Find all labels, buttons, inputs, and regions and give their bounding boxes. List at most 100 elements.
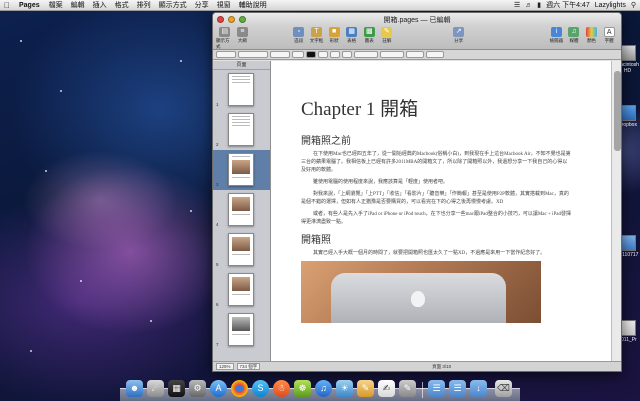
media-icon: ♫ bbox=[568, 27, 580, 37]
toolbar-label: 分享 bbox=[454, 38, 464, 43]
toolbar-label: 區段 bbox=[294, 38, 304, 43]
menu-share[interactable]: 分享 bbox=[191, 0, 213, 10]
wifi-icon[interactable]: ☰ bbox=[514, 1, 520, 9]
app-menu[interactable]: Pages bbox=[14, 2, 45, 9]
body-paragraph[interactable]: 對我來說，「上網瀏覽」「上PTT」「收信」「看影片」「聽音樂」「作簡報」甚至是使… bbox=[301, 191, 571, 207]
iphoto-icon[interactable]: ☀ bbox=[336, 380, 353, 397]
menubar-clock[interactable]: 週六 下午4:47 bbox=[546, 0, 590, 10]
page-thumbnail-selected[interactable]: 3 bbox=[213, 150, 270, 190]
outline-button[interactable]: ≡ 大綱 bbox=[234, 27, 252, 44]
app-store-icon[interactable]: A bbox=[210, 380, 227, 397]
page-number: 6 bbox=[216, 302, 219, 307]
textbox-button[interactable]: T 文字框 bbox=[308, 27, 326, 44]
scrollbar-thumb[interactable] bbox=[614, 71, 621, 151]
pages-icon[interactable]: ✎ bbox=[357, 380, 374, 397]
chrome-icon[interactable] bbox=[231, 380, 248, 397]
page-thumbnail[interactable]: 1 bbox=[213, 70, 270, 110]
text-color-well[interactable] bbox=[306, 51, 316, 58]
body-paragraph[interactable]: 其實已經入手大概一個月的時間了，就要把開箱照也匯太久了一點XD，不過應是來用一下… bbox=[301, 250, 571, 258]
toolbar-label: 表格 bbox=[347, 38, 357, 43]
alignment-control[interactable] bbox=[354, 51, 378, 58]
shapes-button[interactable]: ■ 形狀 bbox=[325, 27, 343, 44]
window-title: 開箱.pages — 已編輯 bbox=[383, 17, 451, 24]
script-icon[interactable]: ✎ bbox=[399, 380, 416, 397]
applications-folder-icon[interactable]: ☰ bbox=[428, 380, 445, 397]
toolbar-label: 字體 bbox=[604, 38, 614, 43]
media-button[interactable]: ♫ 媒體 bbox=[565, 27, 583, 44]
chapter-heading[interactable]: Chapter 1 開箱 bbox=[301, 94, 571, 121]
comment-button[interactable]: ✎ 註解 bbox=[378, 27, 396, 44]
page-number: 4 bbox=[216, 222, 219, 227]
page-thumbnail[interactable]: 7 bbox=[213, 310, 270, 350]
font-size-popup[interactable] bbox=[292, 51, 304, 58]
body-paragraph[interactable]: 雖使用電腦的使用程度來說，我應該算是「輕度」使用者吧。 bbox=[301, 179, 571, 187]
fonts-icon: A bbox=[603, 27, 615, 37]
style-popup[interactable] bbox=[216, 51, 236, 58]
toolbar-label: 大綱 bbox=[237, 38, 247, 43]
font-style-popup[interactable] bbox=[270, 51, 290, 58]
downloads-folder-icon[interactable]: ↓ bbox=[470, 380, 487, 397]
spacing-control[interactable] bbox=[380, 51, 404, 58]
preferences-icon[interactable]: ⚙ bbox=[189, 380, 206, 397]
menu-arrange[interactable]: 排列 bbox=[133, 0, 155, 10]
mission-control-icon[interactable]: ▦ bbox=[168, 380, 185, 397]
document-canvas[interactable]: Chapter 1 開箱 開箱照之前 在下使用Mac也已經四五年了，從一開始經典… bbox=[271, 61, 611, 363]
columns-popup[interactable] bbox=[426, 51, 444, 58]
itunes-icon[interactable]: ♫ bbox=[315, 380, 332, 397]
list-popup[interactable] bbox=[406, 51, 424, 58]
body-paragraph[interactable]: 在下使用Mac也已經四五年了，從一開始經典的Macbook(俗稱小白)，到我現在… bbox=[301, 151, 571, 175]
fonts-button[interactable]: A 字體 bbox=[600, 27, 618, 44]
colors-button[interactable]: 顏色 bbox=[583, 27, 601, 44]
apple-menu-icon[interactable]:  bbox=[0, 1, 14, 10]
page-thumbnail[interactable]: 4 bbox=[213, 190, 270, 230]
menu-file[interactable]: 檔案 bbox=[45, 0, 67, 10]
menu-insert[interactable]: 插入 bbox=[89, 0, 111, 10]
word-count[interactable]: 734 個字 bbox=[236, 363, 261, 370]
page-thumbnail[interactable]: 6 bbox=[213, 270, 270, 310]
menu-edit[interactable]: 編輯 bbox=[67, 0, 89, 10]
document-page[interactable]: Chapter 1 開箱 開箱照之前 在下使用Mac也已經四五年了，從一開始經典… bbox=[301, 61, 571, 323]
volume-icon[interactable]: ♬ bbox=[525, 2, 532, 9]
launchpad-icon[interactable]: ☄ bbox=[147, 380, 164, 397]
sections-icon: ▫ bbox=[293, 27, 305, 37]
window-titlebar[interactable]: 開箱.pages — 已編輯 bbox=[213, 13, 621, 26]
inspector-button[interactable]: i 檢閱器 bbox=[548, 27, 566, 44]
charts-button[interactable]: ▩ 圖表 bbox=[360, 27, 378, 44]
share-button[interactable]: ↗ 分享 bbox=[448, 27, 470, 44]
trash-icon[interactable]: ⌫ bbox=[495, 380, 512, 397]
android-icon[interactable]: ☸ bbox=[294, 380, 311, 397]
section-heading[interactable]: 開箱照 bbox=[301, 231, 571, 246]
menu-format[interactable]: 格式 bbox=[111, 0, 133, 10]
vertical-scrollbar[interactable] bbox=[611, 61, 621, 363]
toolbar-label: 顏色 bbox=[587, 38, 597, 43]
page-thumbnail[interactable]: 5 bbox=[213, 230, 270, 270]
underline-button[interactable] bbox=[342, 51, 352, 58]
page-thumbnail[interactable]: 2 bbox=[213, 110, 270, 150]
textedit-icon[interactable]: ✍ bbox=[378, 380, 395, 397]
italic-button[interactable] bbox=[330, 51, 340, 58]
macbook-photo[interactable] bbox=[301, 261, 541, 323]
body-paragraph[interactable]: 或者，有些人是先入手了iPad or iPhone or iPod touch，… bbox=[301, 211, 571, 227]
battery-icon[interactable]: ▮ bbox=[537, 1, 541, 9]
spotlight-icon[interactable]: ⚲ bbox=[631, 1, 636, 9]
skype-icon[interactable]: S bbox=[252, 380, 269, 397]
format-bar bbox=[213, 50, 621, 60]
font-family-popup[interactable] bbox=[238, 51, 268, 58]
zoom-popup[interactable]: 125% bbox=[216, 363, 234, 370]
colors-icon bbox=[586, 27, 598, 37]
toolbar-label: 文字框 bbox=[309, 38, 324, 43]
toolbar: ▤ 顯示方式 ≡ 大綱 ▫ 區段 T 文字框 ■ 形狀 ▦ 表格 ▩ 圖表 ✎ bbox=[213, 26, 621, 50]
menu-view[interactable]: 顯示方式 bbox=[155, 0, 191, 10]
documents-folder-icon[interactable]: ☰ bbox=[449, 380, 466, 397]
sections-button[interactable]: ▫ 區段 bbox=[290, 27, 308, 44]
status-bar: 125% 734 個字 頁面 3/10 bbox=[213, 361, 621, 371]
finder-icon[interactable]: ☻ bbox=[126, 380, 143, 397]
menu-help[interactable]: 輔助說明 bbox=[235, 0, 271, 10]
menu-window[interactable]: 視窗 bbox=[213, 0, 235, 10]
menubar-user[interactable]: Lazylights bbox=[595, 2, 626, 9]
view-button[interactable]: ▤ 顯示方式 bbox=[216, 27, 234, 50]
table-button[interactable]: ▦ 表格 bbox=[343, 27, 361, 44]
messenger-icon[interactable]: ☃ bbox=[273, 380, 290, 397]
section-heading[interactable]: 開箱照之前 bbox=[301, 132, 571, 147]
bold-button[interactable] bbox=[318, 51, 328, 58]
